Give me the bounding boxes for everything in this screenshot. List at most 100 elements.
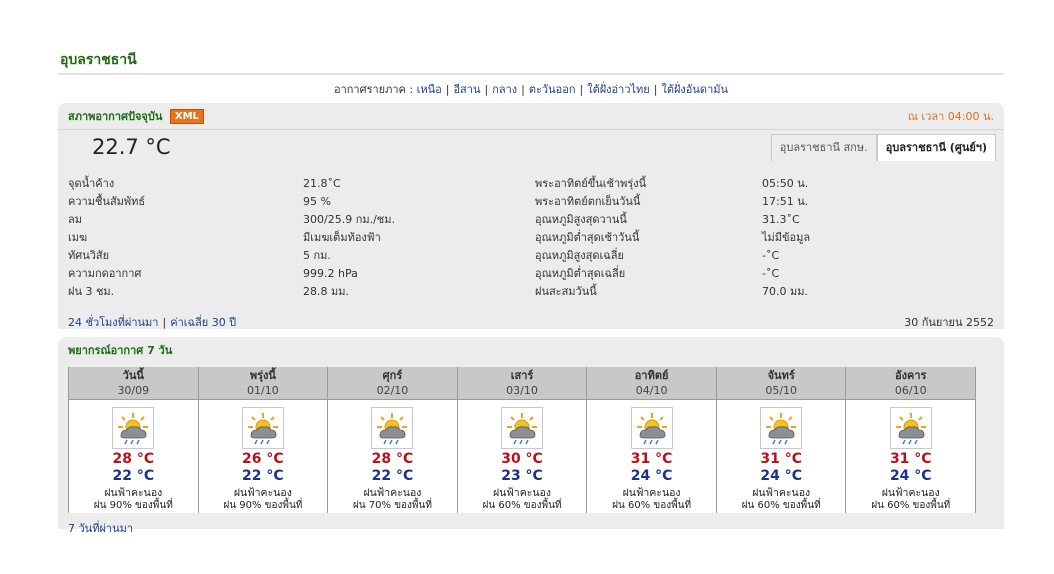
observation-label: อุณหภูมิต่ำสุดเช้าวันนี้ bbox=[535, 231, 640, 244]
forecast-max-temp: 31 °C bbox=[630, 451, 673, 467]
sun-cloud-rain-icon bbox=[501, 407, 544, 449]
observation-label: ฝนสะสมวันนี้ bbox=[535, 285, 597, 298]
forecast-footer: 7 วันที่ผ่านมา bbox=[68, 519, 133, 537]
forecast-day-header: อังคาร 06/10 bbox=[846, 367, 976, 400]
forecast-min-temp: 22 °C bbox=[242, 468, 284, 484]
observation-label: อุณหภูมิสูงสุดวานนี้ bbox=[535, 213, 627, 226]
forecast-day-date: 05/10 bbox=[765, 384, 798, 397]
observation-value: มีเมฆเต็มท้องฟ้า bbox=[303, 231, 381, 244]
forecast-rain-chance: ฝน 60% ของพื้นที่ bbox=[871, 500, 951, 511]
observation-value: 28.8 มม. bbox=[303, 285, 349, 298]
forecast-day-name: จันทร์ bbox=[767, 369, 795, 382]
past-7-days-link[interactable]: 7 วันที่ผ่านมา bbox=[68, 522, 133, 535]
forecast-day: อังคาร 06/10 31 °C 24 °C ฝนฟ้าคะนอง ฝน 6… bbox=[846, 367, 977, 513]
observation-label: อุณหภูมิสูงสุดเฉลี่ย bbox=[535, 249, 624, 262]
observation-value: 31.3˚C bbox=[762, 213, 800, 226]
forecast-day: อาทิตย์ 04/10 31 °C 24 °C ฝนฟ้าคะนอง ฝน … bbox=[587, 367, 717, 513]
xml-feed-button[interactable]: XML bbox=[169, 109, 204, 124]
forecast-table: วันนี้ 30/09 28 °C 22 °C ฝนฟ้าคะนอง ฝน 9… bbox=[68, 367, 977, 513]
sun-cloud-rain-icon bbox=[889, 407, 932, 449]
forecast-day-name: เสาร์ bbox=[510, 369, 534, 382]
forecast-rain-chance: ฝน 70% ของพื้นที่ bbox=[352, 500, 432, 511]
current-conditions-header: สภาพอากาศปัจจุบัน XML ณ เวลา 04:00 น. bbox=[58, 103, 1004, 130]
forecast-title: พยากรณ์อากาศ 7 วัน bbox=[68, 344, 173, 357]
region-link-south-gulf[interactable]: ใต้ฝั่งอ่าวไทย bbox=[587, 83, 650, 96]
observation-value: ไม่มีข้อมูล bbox=[762, 231, 811, 244]
current-temperature: 22.7 °C bbox=[92, 135, 171, 159]
observation-value: -˚C bbox=[762, 249, 780, 262]
forecast-max-temp: 26 °C bbox=[242, 451, 284, 467]
sun-cloud-rain-icon bbox=[630, 407, 673, 449]
observation-row: ความชื้นสัมพัทธ์ 95 % พระอาทิตย์ตกเย็นวั… bbox=[68, 193, 998, 211]
observation-label: พระอาทิตย์ขึ้นเช้าพรุ่งนี้ bbox=[535, 177, 647, 190]
forecast-day-date: 06/10 bbox=[894, 384, 927, 397]
forecast-min-temp: 22 °C bbox=[371, 468, 414, 484]
observation-value: 21.8˚C bbox=[303, 177, 341, 190]
observation-label: ทัศนวิสัย bbox=[68, 249, 110, 262]
forecast-description: ฝนฟ้าคะนอง bbox=[752, 487, 811, 499]
observation-date: 30 กันยายน 2552 bbox=[904, 316, 994, 329]
forecast-day-name: อาทิตย์ bbox=[634, 369, 669, 382]
forecast-day-name: ศุกร์ bbox=[382, 369, 403, 382]
observation-label: ลม bbox=[68, 213, 82, 226]
current-conditions-title: สภาพอากาศปัจจุบัน bbox=[68, 110, 163, 123]
forecast-day-date: 03/10 bbox=[506, 384, 538, 397]
observation-label: พระอาทิตย์ตกเย็นวันนี้ bbox=[535, 195, 641, 208]
separator: | bbox=[579, 83, 584, 96]
observation-label: อุณหภูมิต่ำสุดเฉลี่ย bbox=[535, 267, 626, 280]
current-conditions-panel: สภาพอากาศปัจจุบัน XML ณ เวลา 04:00 น. 22… bbox=[58, 103, 1004, 329]
separator: | bbox=[484, 83, 489, 96]
observation-time: ณ เวลา 04:00 น. bbox=[907, 110, 994, 123]
region-link-northeast[interactable]: อีสาน bbox=[453, 83, 480, 96]
observation-table: จุดน้ำค้าง 21.8˚C พระอาทิตย์ขึ้นเช้าพรุ่… bbox=[68, 175, 998, 301]
observation-label: ความชื้นสัมพัทธ์ bbox=[68, 195, 146, 208]
observation-row: ทัศนวิสัย 5 กม. อุณหภูมิสูงสุดเฉลี่ย -˚C bbox=[68, 247, 998, 265]
province-title: อุบลราชธานี bbox=[58, 47, 1004, 75]
weather-page: อุบลราชธานี อากาศรายภาค : เหนือ | อีสาน | กล… bbox=[58, 47, 1004, 535]
separator: | bbox=[653, 83, 658, 96]
forecast-day-header: ศุกร์ 02/10 bbox=[328, 367, 457, 400]
observation-value: 70.0 มม. bbox=[762, 285, 808, 298]
separator: | bbox=[162, 316, 167, 329]
region-link-central[interactable]: กลาง bbox=[492, 83, 517, 96]
observation-row: ความกดอากาศ 999.2 hPa อุณหภูมิต่ำสุดเฉลี… bbox=[68, 265, 998, 283]
forecast-description: ฝนฟ้าคะนอง bbox=[233, 487, 292, 499]
observation-row: ลม 300/25.9 กม./ชม. อุณหภูมิสูงสุดวานนี้… bbox=[68, 211, 998, 229]
region-link-north[interactable]: เหนือ bbox=[417, 83, 442, 96]
observation-value: 5 กม. bbox=[303, 249, 331, 262]
forecast-day-date: 02/10 bbox=[376, 384, 409, 397]
forecast-day-date: 30/09 bbox=[117, 384, 150, 397]
thirty-year-average-link[interactable]: ค่าเฉลี่ย 30 ปี bbox=[170, 316, 236, 329]
forecast-max-temp: 30 °C bbox=[501, 451, 543, 467]
observation-row: เมฆ มีเมฆเต็มท้องฟ้า อุณหภูมิต่ำสุดเช้าว… bbox=[68, 229, 998, 247]
forecast-day: จันทร์ 05/10 31 °C 24 °C ฝนฟ้าคะนอง ฝน 6… bbox=[716, 367, 847, 513]
sun-cloud-rain-icon bbox=[760, 407, 803, 449]
forecast-max-temp: 31 °C bbox=[760, 451, 802, 467]
region-nav-prefix: อากาศรายภาค : bbox=[333, 83, 414, 96]
forecast-description: ฝนฟ้าคะนอง bbox=[493, 487, 551, 499]
last-24h-link[interactable]: 24 ชั่วโมงที่ผ่านมา bbox=[68, 316, 159, 329]
forecast-rain-chance: ฝน 60% ของพื้นที่ bbox=[482, 500, 562, 511]
sun-cloud-rain-icon bbox=[112, 407, 155, 449]
forecast-day: วันนี้ 30/09 28 °C 22 °C ฝนฟ้าคะนอง ฝน 9… bbox=[69, 367, 199, 513]
forecast-description: ฝนฟ้าคะนอง bbox=[363, 487, 422, 499]
observation-value: 95 % bbox=[303, 195, 331, 208]
observation-label: ฝน 3 ชม. bbox=[68, 285, 115, 298]
observation-value: -˚C bbox=[762, 267, 780, 280]
region-nav: อากาศรายภาค : เหนือ | อีสาน | กลาง | ตะวันออก |… bbox=[58, 75, 1004, 101]
forecast-min-temp: 24 °C bbox=[760, 468, 802, 484]
region-link-east[interactable]: ตะวันออก bbox=[529, 83, 576, 96]
forecast-min-temp: 24 °C bbox=[889, 468, 932, 484]
separator: | bbox=[521, 83, 525, 96]
forecast-min-temp: 22 °C bbox=[112, 468, 155, 484]
forecast-rain-chance: ฝน 60% ของพื้นที่ bbox=[741, 500, 821, 511]
forecast-day-header: อาทิตย์ 04/10 bbox=[587, 367, 716, 400]
observation-value: 17:51 น. bbox=[762, 195, 809, 208]
tab-station-agro[interactable]: อุบลราชธานี สกษ. bbox=[770, 134, 877, 161]
forecast-panel: พยากรณ์อากาศ 7 วัน วันนี้ 30/09 28 °C 22… bbox=[58, 337, 1004, 535]
forecast-description: ฝนฟ้าคะนอง bbox=[104, 487, 163, 499]
region-link-south-andaman[interactable]: ใต้ฝั่งอันดามัน bbox=[661, 83, 728, 96]
observation-row: จุดน้ำค้าง 21.8˚C พระอาทิตย์ขึ้นเช้าพรุ่… bbox=[68, 175, 998, 193]
tab-station-center[interactable]: อุบลราชธานี (ศูนย์ฯ) bbox=[876, 134, 996, 161]
forecast-day: ศุกร์ 02/10 28 °C 22 °C ฝนฟ้าคะนอง ฝน 70… bbox=[328, 367, 458, 513]
